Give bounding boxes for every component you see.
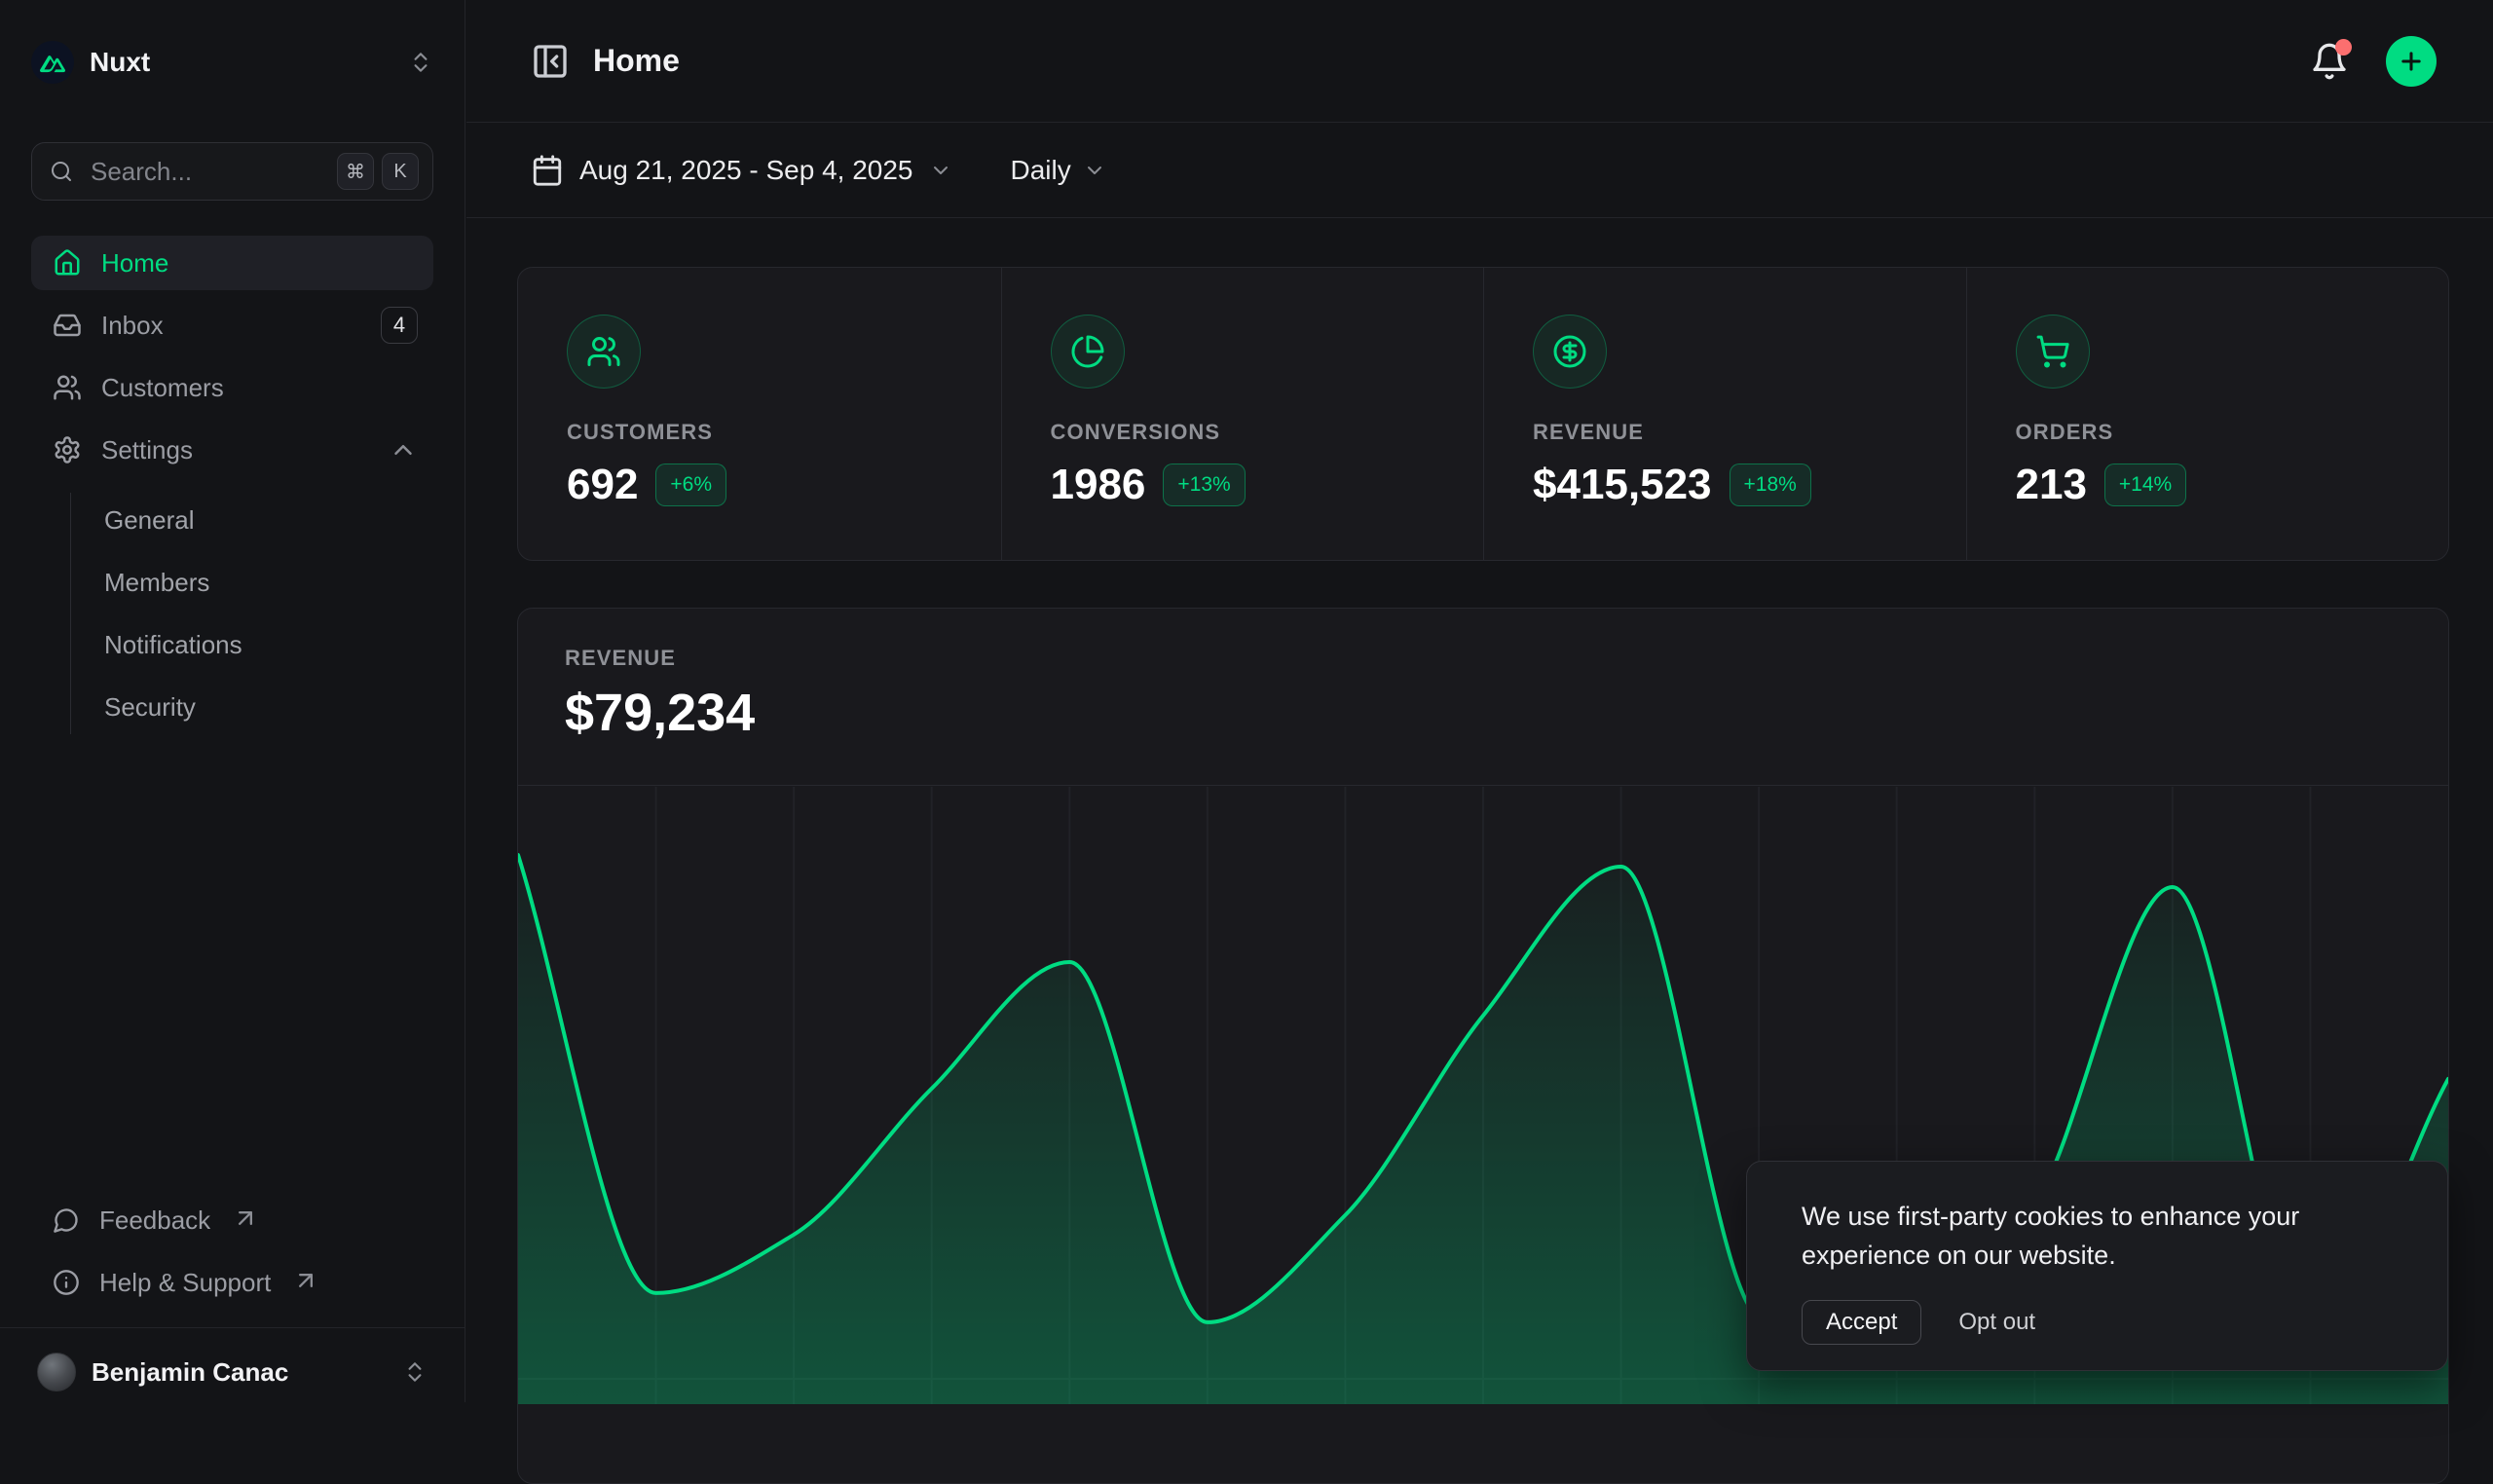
sidebar-nav: Home Inbox 4 Customers Settings General … <box>31 236 433 734</box>
date-range-picker[interactable]: Aug 21, 2025 - Sep 4, 2025 <box>531 154 952 187</box>
revenue-label: REVENUE <box>565 646 2448 671</box>
add-button[interactable] <box>2386 36 2437 87</box>
user-name: Benjamin Canac <box>92 1357 387 1388</box>
sidebar-item-settings[interactable]: Settings <box>31 423 433 477</box>
granularity-select[interactable]: Daily <box>1011 155 1106 186</box>
notifications-button[interactable] <box>2310 42 2349 81</box>
dollar-circle-icon <box>1533 315 1607 389</box>
help-support-link[interactable]: Help & Support <box>31 1255 433 1310</box>
sidebar-item-members[interactable]: Members <box>104 555 433 610</box>
accept-cookies-button[interactable]: Accept <box>1802 1300 1921 1345</box>
users-icon <box>53 373 82 402</box>
sidebar: Nuxt Search... ⌘ K Home Inbox 4 Customer… <box>0 0 465 1402</box>
kbd-cmd: ⌘ <box>337 153 374 190</box>
stat-label: CUSTOMERS <box>567 420 1001 445</box>
chevron-up-icon <box>389 435 418 464</box>
sidebar-item-security[interactable]: Security <box>104 680 433 734</box>
chevron-down-icon <box>929 159 952 182</box>
feedback-link[interactable]: Feedback <box>31 1193 433 1247</box>
users-circle-icon <box>567 315 641 389</box>
cookie-message: We use first-party cookies to enhance yo… <box>1802 1197 2393 1275</box>
chevron-up-down-icon <box>402 1359 428 1385</box>
external-link-icon <box>292 1267 319 1294</box>
stat-value: 213 <box>2016 461 2087 509</box>
toolbar: Aug 21, 2025 - Sep 4, 2025 Daily <box>466 123 2493 218</box>
stat-card-customers[interactable]: CUSTOMERS 692 +6% <box>518 268 1001 560</box>
nuxt-logo-icon <box>31 41 74 84</box>
revenue-panel-header: REVENUE $79,234 <box>518 609 2448 786</box>
kbd-k: K <box>382 153 419 190</box>
search-icon <box>50 160 73 183</box>
stat-label: ORDERS <box>2016 420 2449 445</box>
calendar-icon <box>531 154 564 187</box>
help-support-label: Help & Support <box>99 1268 271 1298</box>
stat-value: $415,523 <box>1533 461 1712 509</box>
sidebar-item-general[interactable]: General <box>104 493 433 547</box>
stat-value: 692 <box>567 461 638 509</box>
page-header: Home <box>466 0 2493 123</box>
sidebar-item-home[interactable]: Home <box>31 236 433 290</box>
plus-icon <box>2398 48 2425 75</box>
chevron-down-icon <box>1083 159 1106 182</box>
stat-delta-badge: +13% <box>1163 464 1245 506</box>
sidebar-item-notifications[interactable]: Notifications <box>104 617 433 672</box>
workspace-switcher[interactable]: Nuxt <box>31 35 433 90</box>
sidebar-item-label: Settings <box>101 435 369 465</box>
inbox-count-badge: 4 <box>381 307 418 344</box>
optout-cookies-button[interactable]: Opt out <box>1958 1309 2035 1336</box>
granularity-value: Daily <box>1011 155 1071 186</box>
workspace-name: Nuxt <box>90 47 392 78</box>
collapse-sidebar-button[interactable] <box>531 42 570 81</box>
pie-chart-icon <box>1051 315 1125 389</box>
settings-subnav: General Members Notifications Security <box>70 493 433 734</box>
stat-value: 1986 <box>1051 461 1146 509</box>
sidebar-item-inbox[interactable]: Inbox 4 <box>31 298 433 352</box>
info-icon <box>53 1269 80 1296</box>
user-menu[interactable]: Benjamin Canac <box>31 1342 433 1402</box>
external-link-icon <box>232 1205 259 1232</box>
avatar <box>37 1353 76 1391</box>
cookie-banner: We use first-party cookies to enhance yo… <box>1746 1161 2448 1371</box>
revenue-total: $79,234 <box>565 683 2448 743</box>
stat-delta-badge: +18% <box>1730 464 1811 506</box>
stat-label: CONVERSIONS <box>1051 420 1484 445</box>
notification-dot <box>2335 39 2352 56</box>
page-title: Home <box>593 43 680 79</box>
stat-card-orders[interactable]: ORDERS 213 +14% <box>1966 268 2449 560</box>
sidebar-item-label: Home <box>101 248 418 278</box>
feedback-label: Feedback <box>99 1206 210 1236</box>
stat-delta-badge: +14% <box>2104 464 2186 506</box>
sidebar-item-customers[interactable]: Customers <box>31 360 433 415</box>
inbox-icon <box>53 311 82 340</box>
stat-card-revenue[interactable]: REVENUE $415,523 +18% <box>1483 268 1966 560</box>
shopping-cart-icon <box>2016 315 2090 389</box>
chevron-up-down-icon <box>408 50 433 75</box>
stats-panel: CUSTOMERS 692 +6% CONVERSIONS 1986 +13% … <box>517 267 2449 561</box>
stat-card-conversions[interactable]: CONVERSIONS 1986 +13% <box>1001 268 1484 560</box>
date-range-value: Aug 21, 2025 - Sep 4, 2025 <box>579 155 913 186</box>
search-input[interactable]: Search... ⌘ K <box>31 142 433 201</box>
home-icon <box>53 248 82 278</box>
stat-label: REVENUE <box>1533 420 1966 445</box>
sidebar-item-label: Customers <box>101 373 418 403</box>
gear-icon <box>53 435 82 464</box>
chat-bubble-icon <box>53 1206 80 1234</box>
search-placeholder: Search... <box>91 157 329 187</box>
sidebar-item-label: Inbox <box>101 311 361 341</box>
sidebar-footer: Benjamin Canac <box>0 1327 465 1402</box>
stat-delta-badge: +6% <box>655 464 726 506</box>
